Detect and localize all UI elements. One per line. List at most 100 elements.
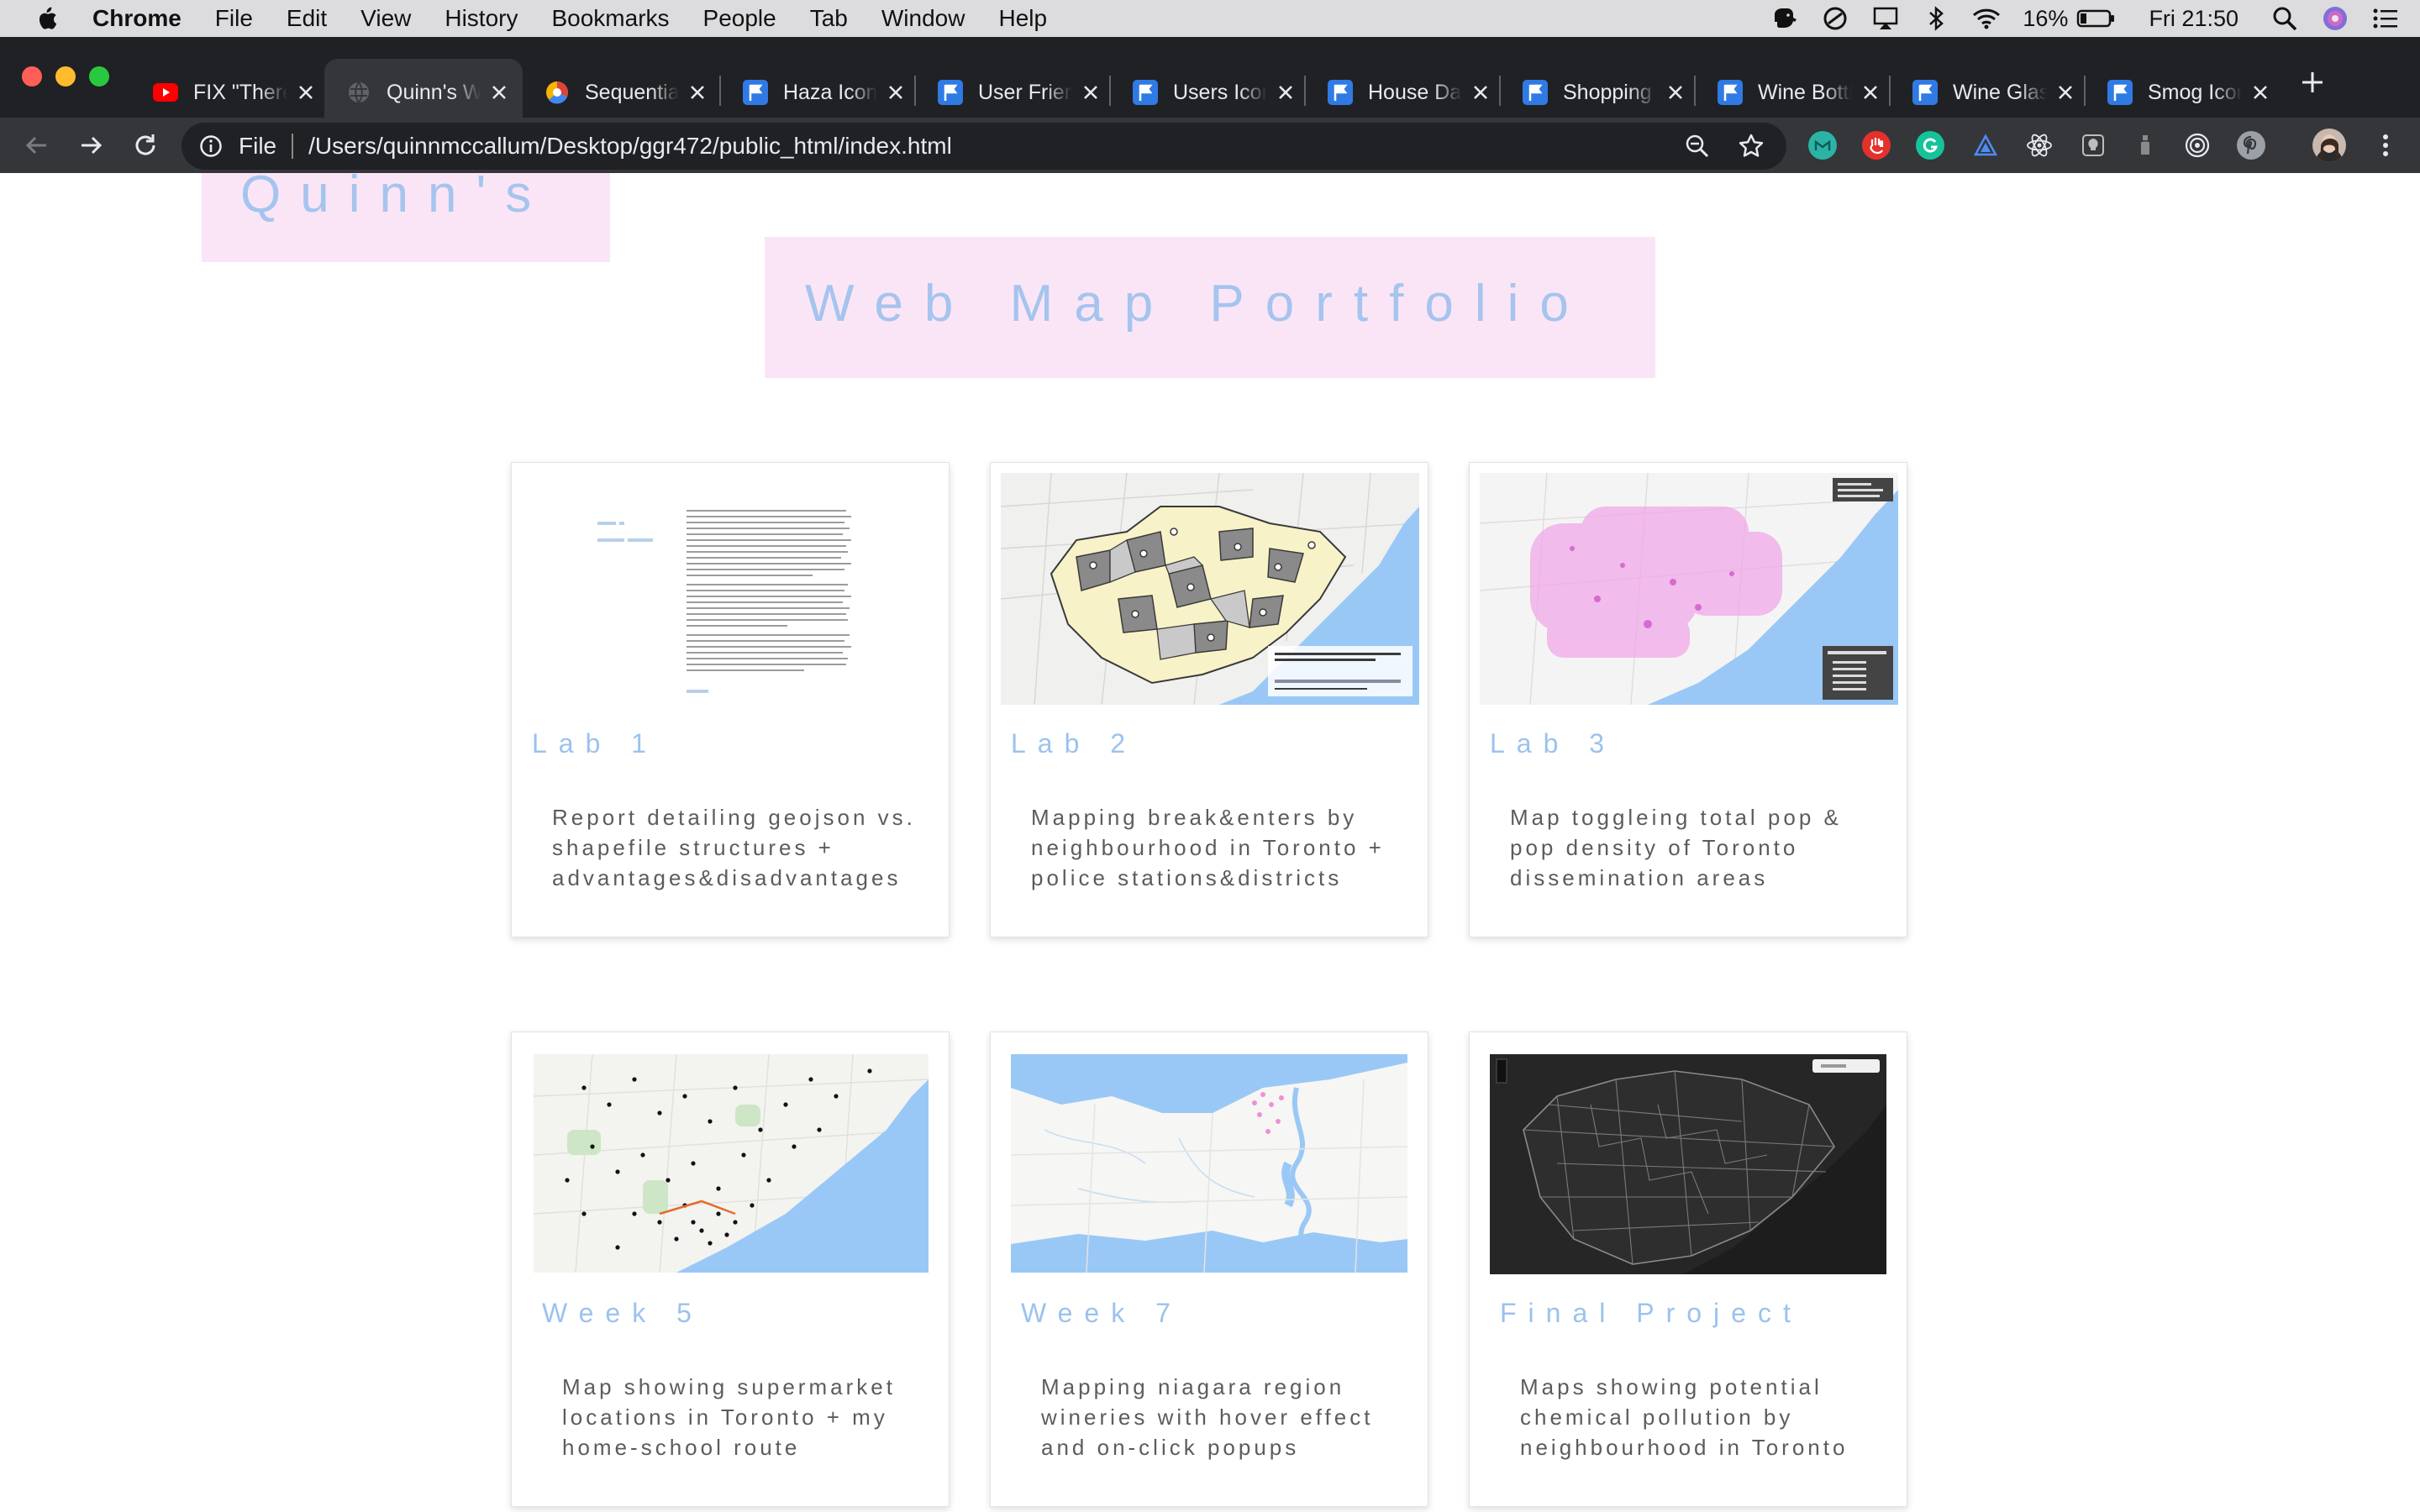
globe-icon bbox=[346, 80, 371, 105]
back-button[interactable] bbox=[20, 129, 52, 161]
menu-file[interactable]: File bbox=[215, 5, 253, 32]
profile-avatar[interactable] bbox=[2312, 129, 2346, 162]
window-minimize-button[interactable] bbox=[55, 66, 76, 87]
extension-m-icon[interactable] bbox=[1808, 131, 1837, 160]
card-title[interactable]: Lab 2 bbox=[1011, 728, 1137, 759]
menu-edit[interactable]: Edit bbox=[287, 5, 327, 32]
browser-tab[interactable]: Users Icon bbox=[1111, 59, 1306, 126]
card-description: Map toggleing total pop & pop density of… bbox=[1510, 805, 1842, 890]
menu-tab[interactable]: Tab bbox=[810, 5, 848, 32]
card-title[interactable]: Final Project bbox=[1500, 1298, 1802, 1329]
tab-close-icon[interactable] bbox=[686, 81, 709, 104]
tab-close-icon[interactable] bbox=[2054, 81, 2077, 104]
bottle-extension-icon[interactable] bbox=[2131, 131, 2160, 160]
portfolio-card-lab2[interactable]: Lab 2 Mapping break&enters by neighbourh… bbox=[990, 462, 1428, 937]
week7-map-thumbnail[interactable] bbox=[1011, 1054, 1407, 1273]
tab-close-icon[interactable] bbox=[1859, 81, 1882, 104]
forward-button[interactable] bbox=[76, 129, 108, 161]
siri-icon[interactable] bbox=[2321, 4, 2349, 33]
portfolio-card-final-project[interactable]: Final Project Maps showing potential che… bbox=[1469, 1032, 1907, 1507]
menu-bar-clock[interactable]: Fri 21:50 bbox=[2149, 6, 2238, 32]
flag-icon bbox=[2107, 80, 2133, 105]
tab-close-icon[interactable] bbox=[1664, 81, 1687, 104]
apple-menu-icon[interactable] bbox=[34, 6, 59, 31]
airplay-icon[interactable] bbox=[1871, 4, 1900, 33]
reload-button[interactable] bbox=[129, 129, 161, 161]
window-zoom-button[interactable] bbox=[89, 66, 109, 87]
blocked-circle-icon[interactable] bbox=[1821, 4, 1849, 33]
menu-help[interactable]: Help bbox=[998, 5, 1047, 32]
lab1-report-thumbnail[interactable] bbox=[522, 473, 940, 705]
tab-title: House Data bbox=[1368, 80, 1462, 104]
macos-menu-bar: Chrome File Edit View History Bookmarks … bbox=[0, 0, 2420, 37]
card-description: Map showing supermarket locations in Tor… bbox=[562, 1374, 896, 1460]
menu-bookmarks[interactable]: Bookmarks bbox=[551, 5, 669, 32]
omnibox-divider bbox=[292, 134, 294, 159]
url-text[interactable]: /Users/quinnmccallum/Desktop/ggr472/publ… bbox=[308, 133, 952, 160]
tab-close-icon[interactable] bbox=[1469, 81, 1492, 104]
browser-tab[interactable]: Shopping bbox=[1501, 59, 1696, 126]
week5-map-thumbnail[interactable] bbox=[534, 1054, 929, 1273]
battery-icon[interactable] bbox=[2076, 4, 2115, 33]
tab-close-icon[interactable] bbox=[884, 81, 908, 104]
pinterest-icon[interactable] bbox=[2237, 131, 2265, 160]
bookmark-star-icon[interactable] bbox=[1736, 131, 1766, 161]
card-title[interactable]: Week 5 bbox=[542, 1298, 703, 1329]
menu-people[interactable]: People bbox=[703, 5, 776, 32]
tab-close-icon[interactable] bbox=[1079, 81, 1102, 104]
flag-icon bbox=[1523, 80, 1548, 105]
window-close-button[interactable] bbox=[22, 66, 42, 87]
browser-tab[interactable]: Wine Bottle bbox=[1696, 59, 1891, 126]
tab-title: Sequential bbox=[585, 80, 679, 104]
tab-close-icon[interactable] bbox=[1274, 81, 1297, 104]
flag-icon bbox=[1718, 80, 1743, 105]
card-title[interactable]: Week 7 bbox=[1021, 1298, 1182, 1329]
browser-tab[interactable]: Sequential bbox=[523, 59, 718, 126]
address-bar[interactable]: File /Users/quinnmccallum/Desktop/ggr472… bbox=[182, 123, 1786, 170]
tab-close-icon[interactable] bbox=[2249, 81, 2272, 104]
menu-view[interactable]: View bbox=[360, 5, 411, 32]
browser-tab-active[interactable]: Quinn's Web bbox=[324, 59, 523, 126]
tab-close-icon[interactable] bbox=[487, 81, 511, 104]
grammarly-icon[interactable] bbox=[1916, 131, 1944, 160]
tab-title: Quinn's Web bbox=[387, 80, 481, 104]
lightbulb-extension-icon[interactable] bbox=[2079, 131, 2107, 160]
card-title[interactable]: Lab 1 bbox=[532, 728, 658, 759]
react-devtools-icon[interactable] bbox=[2025, 131, 2054, 160]
menu-window[interactable]: Window bbox=[881, 5, 965, 32]
tab-title: Smog Icon bbox=[2148, 80, 2242, 104]
browser-tab[interactable]: User Friendly bbox=[916, 59, 1111, 126]
tab-close-icon[interactable] bbox=[294, 81, 318, 104]
menu-history[interactable]: History bbox=[445, 5, 518, 32]
portfolio-card-lab3[interactable]: Lab 3 Map toggleing total pop & pop dens… bbox=[1469, 462, 1907, 937]
lab2-map-thumbnail[interactable] bbox=[1001, 473, 1419, 705]
triangle-extension-icon[interactable] bbox=[1971, 131, 2000, 160]
wifi-icon[interactable] bbox=[1972, 4, 2001, 33]
evernote-elephant-icon[interactable] bbox=[1770, 4, 1799, 33]
card-title[interactable]: Lab 3 bbox=[1490, 728, 1616, 759]
browser-tab[interactable]: Wine Glass bbox=[1891, 59, 2086, 126]
browser-toolbar: File /Users/quinnmccallum/Desktop/ggr472… bbox=[0, 118, 2420, 173]
spotlight-search-icon[interactable] bbox=[2270, 4, 2299, 33]
bluetooth-icon[interactable] bbox=[1922, 4, 1950, 33]
tab-title: FIX "There bbox=[193, 80, 287, 104]
card-description: Maps showing potential chemical pollutio… bbox=[1520, 1374, 1849, 1460]
zoom-out-icon[interactable] bbox=[1682, 131, 1712, 161]
portfolio-card-lab1[interactable]: Lab 1 Report detailing geojson vs. shape… bbox=[511, 462, 950, 937]
lab3-map-thumbnail[interactable] bbox=[1480, 473, 1898, 705]
browser-tab[interactable]: FIX "There bbox=[131, 59, 324, 126]
page-title-quinns: Quinn's bbox=[202, 173, 610, 262]
site-info-icon[interactable] bbox=[198, 134, 224, 159]
final-project-map-thumbnail[interactable] bbox=[1490, 1054, 1886, 1274]
portfolio-card-week5[interactable]: Week 5 Map showing supermarket locations… bbox=[511, 1032, 950, 1507]
target-extension-icon[interactable] bbox=[2183, 131, 2212, 160]
chrome-menu-kebab-icon[interactable] bbox=[2370, 129, 2402, 161]
browser-tab[interactable]: Smog Icon bbox=[2086, 59, 2281, 126]
portfolio-card-week7[interactable]: Week 7 Mapping niagara region wineries w… bbox=[990, 1032, 1428, 1507]
new-tab-button[interactable] bbox=[2297, 67, 2328, 97]
notification-center-icon[interactable] bbox=[2371, 4, 2400, 33]
extension-hand-icon[interactable] bbox=[1862, 131, 1891, 160]
menu-app-chrome[interactable]: Chrome bbox=[92, 5, 182, 32]
browser-tab[interactable]: House Data bbox=[1306, 59, 1501, 126]
browser-tab[interactable]: Haza Icon bbox=[721, 59, 914, 126]
